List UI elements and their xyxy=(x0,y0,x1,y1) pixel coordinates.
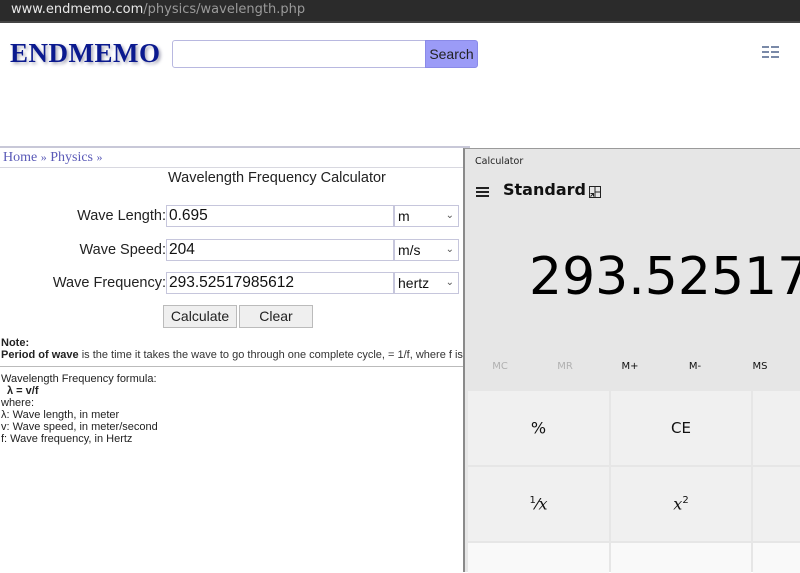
wave-frequency-unit-select[interactable]: hertz ⌄ xyxy=(394,272,459,294)
divider xyxy=(0,167,465,168)
memory-add-button[interactable]: M+ xyxy=(600,361,660,372)
url-host: www.endmemo.com xyxy=(11,2,144,17)
memory-clear-button[interactable]: MC xyxy=(470,361,530,372)
calculator-window: Calculator Standard 293.52517985612 MC M… xyxy=(463,148,800,573)
divider xyxy=(0,366,465,367)
clear-button[interactable]: Clear xyxy=(239,305,313,328)
wave-length-input[interactable]: 0.695 xyxy=(166,205,394,227)
divider xyxy=(0,146,470,148)
square-root-key[interactable] xyxy=(753,467,800,541)
wave-speed-input[interactable]: 204 xyxy=(166,239,394,261)
note-heading: Note: xyxy=(1,337,30,349)
search-input[interactable] xyxy=(172,40,426,68)
formula-definition: λ: Wave length, in meter xyxy=(1,409,120,421)
address-bar[interactable]: www.endmemo.com/physics/wavelength.php xyxy=(0,0,800,23)
percent-key[interactable]: % xyxy=(468,391,609,465)
calculate-button[interactable]: Calculate xyxy=(163,305,237,328)
note-bold-term: Period of wave xyxy=(1,349,79,361)
breadcrumb-physics[interactable]: Physics xyxy=(50,150,93,165)
url-path: /physics/wavelength.php xyxy=(143,2,306,17)
site-logo[interactable]: ENDMEMO xyxy=(10,38,160,69)
wave-frequency-label: Wave Frequency: xyxy=(52,275,166,291)
wave-length-unit-select[interactable]: m ⌄ xyxy=(394,205,459,227)
reciprocal-key[interactable]: 1⁄x xyxy=(468,467,609,541)
wave-speed-label: Wave Speed: xyxy=(79,242,166,258)
hamburger-grid-icon[interactable] xyxy=(762,45,779,59)
wave-length-unit: m xyxy=(398,208,410,224)
calculator-window-title: Calculator xyxy=(475,156,524,167)
wave-speed-unit: m/s xyxy=(398,242,421,258)
breadcrumb-home[interactable]: Home xyxy=(3,150,37,165)
breadcrumb-separator: » xyxy=(40,150,47,164)
note-body: is the time it takes the wave to go thro… xyxy=(78,349,464,361)
formula-where: where: xyxy=(1,397,35,409)
calculator-mode-title: Standard xyxy=(503,180,586,199)
wave-frequency-input[interactable]: 293.52517985612 xyxy=(166,272,394,294)
wave-speed-unit-select[interactable]: m/s ⌄ xyxy=(394,239,459,261)
formula-definition: v: Wave speed, in meter/second xyxy=(1,421,158,433)
page-title: Wavelength Frequency Calculator xyxy=(168,170,386,186)
chevron-down-icon: ⌄ xyxy=(445,244,454,255)
breadcrumb: Home » Physics » xyxy=(3,150,103,166)
calculator-display: 293.52517985612 xyxy=(529,247,800,307)
calc-key[interactable] xyxy=(753,543,800,573)
wave-frequency-unit: hertz xyxy=(398,275,430,291)
calc-key[interactable] xyxy=(611,543,751,573)
memory-store-button[interactable]: MS xyxy=(730,361,790,372)
chevron-down-icon: ⌄ xyxy=(445,210,454,221)
clear-key[interactable] xyxy=(753,391,800,465)
formula-section: Wavelength Frequency formula: λ = v/f wh… xyxy=(1,373,158,445)
calc-key[interactable] xyxy=(468,543,609,573)
formula-equation: λ = v/f xyxy=(7,385,39,397)
chevron-down-icon: ⌄ xyxy=(445,277,454,288)
search-button[interactable]: Search xyxy=(425,40,478,68)
formula-definition: f: Wave frequency, in Hertz xyxy=(1,433,133,445)
breadcrumb-separator: » xyxy=(96,150,103,164)
note-text: Period of wave is the time it takes the … xyxy=(1,349,464,361)
keep-on-top-icon[interactable] xyxy=(589,185,601,198)
square-key[interactable]: x2 xyxy=(611,467,751,541)
hamburger-menu-icon[interactable] xyxy=(476,187,489,197)
clear-entry-key[interactable]: CE xyxy=(611,391,751,465)
wave-length-label: Wave Length: xyxy=(77,208,166,224)
memory-subtract-button[interactable]: M- xyxy=(665,361,725,372)
memory-recall-button[interactable]: MR xyxy=(535,361,595,372)
formula-heading: Wavelength Frequency formula: xyxy=(1,373,157,385)
